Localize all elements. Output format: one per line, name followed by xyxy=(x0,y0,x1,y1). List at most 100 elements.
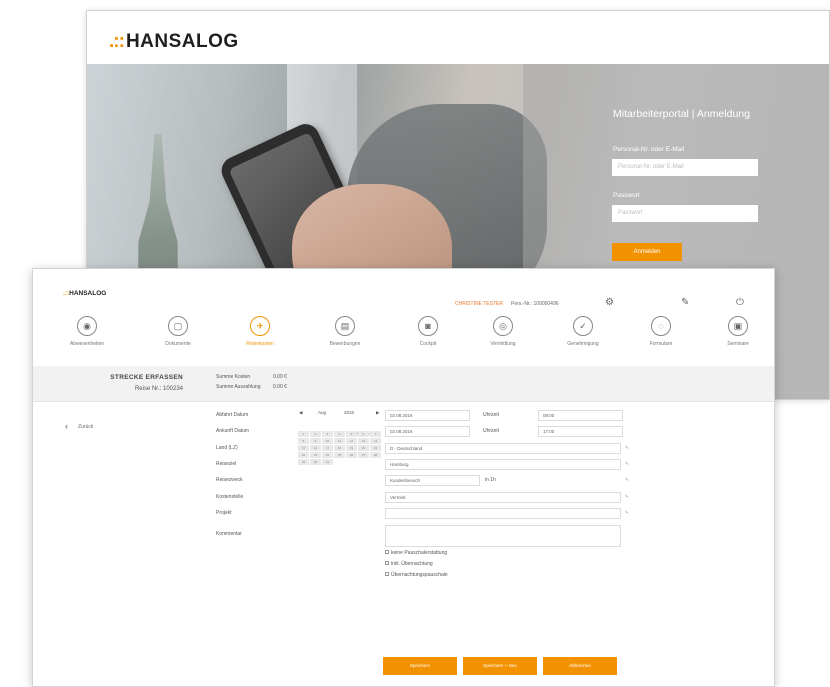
calendar-day[interactable]: 16 xyxy=(310,445,321,451)
calendar-day[interactable]: 15 xyxy=(298,445,309,451)
trip-form-window: .::HANSALOG CHRISTINE TESTER Pers.-Nr.: … xyxy=(32,268,775,687)
cancel-button[interactable]: Abbrechen xyxy=(543,657,617,675)
cost-center-input[interactable]: Vertrieb xyxy=(385,492,621,503)
calendar-day[interactable]: 24 xyxy=(322,452,333,458)
nav-label: Cockpit xyxy=(419,341,437,347)
calendar-day[interactable]: 3 xyxy=(322,431,333,437)
user-name[interactable]: CHRISTINE TESTER xyxy=(455,301,503,307)
calendar-day[interactable]: 26 xyxy=(346,452,357,458)
calendar-day[interactable]: 14 xyxy=(370,438,381,444)
calendar-year[interactable]: 2016 xyxy=(344,410,354,415)
password-label: Passwort xyxy=(613,192,640,199)
checkbox-incl-overnight[interactable]: inkl. Übernachtung xyxy=(385,561,433,567)
calendar-day[interactable]: 23 xyxy=(310,452,321,458)
nav-vermittlung-icon: ◎ xyxy=(493,316,513,336)
calendar-day[interactable]: 12 xyxy=(346,438,357,444)
calendar-day[interactable]: 4 xyxy=(334,431,345,437)
calendar-day[interactable]: 20 xyxy=(358,445,369,451)
destination-input[interactable]: Hamburg xyxy=(385,459,621,470)
cost-center-label: Kostenstelle xyxy=(216,494,244,500)
nav-item-reisekosten[interactable]: ✈ Reisekosten xyxy=(220,316,300,347)
nav-item-vermittlung[interactable]: ◎ Vermittlung xyxy=(463,316,543,347)
page-title: STRECKE ERFASSEN xyxy=(110,374,183,381)
calendar-day[interactable]: 19 xyxy=(346,445,357,451)
calendar-day[interactable]: 11 xyxy=(334,438,345,444)
comment-input[interactable] xyxy=(385,525,621,547)
departure-date-label: Abfahrt Datum xyxy=(216,412,249,418)
nav-label: Abwesenheiten xyxy=(69,341,105,347)
nav-abwesenheiten-icon: ◉ xyxy=(77,316,97,336)
calendar-day[interactable]: 2 xyxy=(310,431,321,437)
nav-label: Genehmigung xyxy=(567,341,599,347)
prev-month-icon[interactable]: ◀ xyxy=(299,410,302,416)
edit-icon[interactable]: ✎ xyxy=(625,510,629,516)
total-cost-label: Summe Kosten xyxy=(216,374,251,380)
calendar-day[interactable]: 18 xyxy=(334,445,345,451)
project-label: Projekt xyxy=(216,510,232,516)
tools-icon[interactable]: ✎ xyxy=(681,297,689,308)
arrival-date-label: Ankunft Datum xyxy=(216,428,250,434)
purpose-label: Reisezweck xyxy=(216,477,243,483)
edit-icon[interactable]: ✎ xyxy=(625,461,629,467)
nav-item-dokumente[interactable]: ▢ Dokumente xyxy=(138,316,218,347)
personnel-input[interactable]: Personal-Nr. oder E-Mail xyxy=(612,159,758,176)
nav-bewerbungen-icon: ▤ xyxy=(335,316,355,336)
calendar-day[interactable]: 13 xyxy=(358,438,369,444)
calendar-day[interactable]: 6 xyxy=(358,431,369,437)
arrival-time-input[interactable]: 17:00 xyxy=(538,426,623,437)
total-payout-label: Summe Auszahlung xyxy=(216,384,261,390)
password-input[interactable]: Passwort xyxy=(612,205,758,222)
calendar-day[interactable]: 22 xyxy=(298,452,309,458)
settings-icon[interactable]: ⚙ xyxy=(605,297,614,308)
project-input[interactable] xyxy=(385,508,621,519)
calendar-day[interactable]: 21 xyxy=(370,445,381,451)
nav-formulare-icon: ◌ xyxy=(651,316,671,336)
calendar-day[interactable]: 27 xyxy=(358,452,369,458)
nav-item-bewerbungen[interactable]: ▤ Bewerbungen xyxy=(305,316,385,347)
next-month-icon[interactable]: ▶ xyxy=(376,410,379,416)
total-cost-value: 0.00 € xyxy=(273,374,287,380)
personnel-label: Personal-Nr. oder E-Mail xyxy=(613,146,685,153)
nav-item-abwesenheiten[interactable]: ◉ Abwesenheiten xyxy=(47,316,127,347)
departure-time-input[interactable]: 08:00 xyxy=(538,410,623,421)
nav-item-genehmigung[interactable]: ✓ Genehmigung xyxy=(543,316,623,347)
destination-label: Reiseziel xyxy=(216,461,237,467)
calendar-day[interactable]: 7 xyxy=(370,431,381,437)
calendar-day[interactable]: 9 xyxy=(310,438,321,444)
checkbox-no-flat-rate[interactable]: keine Pauschalerstattung xyxy=(385,550,447,556)
calendar-day[interactable]: 1 xyxy=(298,431,309,437)
country-input[interactable]: D - Deutschland xyxy=(385,443,621,454)
comment-label: Kommentar xyxy=(216,531,242,537)
calendar-day[interactable]: 8 xyxy=(298,438,309,444)
save-new-button[interactable]: Speichern + Neu xyxy=(463,657,537,675)
calendar-grid: 1 2 3 4 5 6 7 8 9 10 11 12 13 14 15 16 17 18 19 20 21 22 23 24 2… xyxy=(298,431,383,466)
calendar-day[interactable]: 31 xyxy=(322,459,333,465)
calendar-day[interactable]: 10 xyxy=(322,438,333,444)
nav-item-formulare[interactable]: ◌ Formulare xyxy=(621,316,701,347)
calendar-day[interactable]: 29 xyxy=(298,459,309,465)
edit-icon[interactable]: ✎ xyxy=(625,477,629,483)
departure-date-input[interactable]: 02.08.2016 xyxy=(385,410,470,421)
nav-item-seminare[interactable]: ▣ Seminare xyxy=(698,316,774,347)
purpose-input[interactable]: Kundenbesuch xyxy=(385,475,480,486)
nav-label: Vermittlung xyxy=(490,341,516,347)
nav-label: Seminare xyxy=(727,341,749,347)
nav-item-cockpit[interactable]: ◙ Cockpit xyxy=(388,316,468,347)
calendar-day[interactable]: 25 xyxy=(334,452,345,458)
calendar-day[interactable]: 28 xyxy=(370,452,381,458)
save-button[interactable]: Speichern xyxy=(383,657,457,675)
calendar-day[interactable]: 30 xyxy=(310,459,321,465)
nav-seminare-icon: ▣ xyxy=(728,316,748,336)
calendar-day[interactable]: 17 xyxy=(322,445,333,451)
date-picker[interactable]: ◀ Aug 2016 ▶ MoDiMiDoFrSaSo 123456789101… xyxy=(298,410,383,474)
checkbox-overnight-allowance[interactable]: Übernachtungspauschale xyxy=(385,572,448,578)
logout-icon[interactable]: ⏻ xyxy=(736,297,744,308)
arrival-date-input[interactable]: 02.08.2016 xyxy=(385,426,470,437)
calendar-day[interactable]: 5 xyxy=(346,431,357,437)
calendar-month[interactable]: Aug xyxy=(318,410,326,415)
nav-label: Formulare xyxy=(649,341,673,347)
edit-icon[interactable]: ✎ xyxy=(625,445,629,451)
back-link[interactable]: ‹ Zurück xyxy=(65,421,93,431)
login-button[interactable]: Anmelden xyxy=(612,243,682,261)
edit-icon[interactable]: ✎ xyxy=(625,494,629,500)
